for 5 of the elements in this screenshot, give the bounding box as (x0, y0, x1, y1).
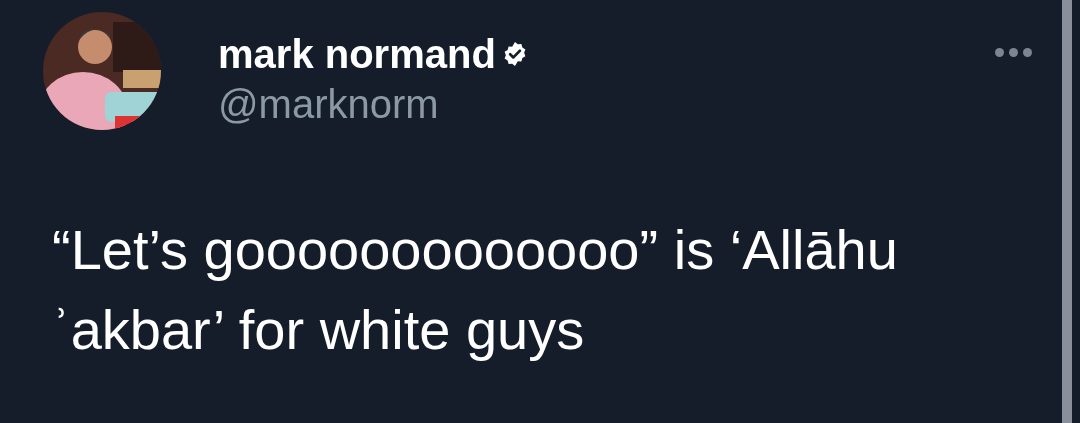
scrollbar[interactable] (1062, 0, 1072, 423)
more-options-button[interactable] (993, 46, 1034, 59)
tweet-text: “Let’s gooooooooooooo” is ‘Allāhu ʾakbar’ for white guys (52, 217, 899, 363)
user-handle[interactable]: @marknorm (218, 80, 993, 128)
display-name[interactable]: mark normand (218, 28, 496, 80)
